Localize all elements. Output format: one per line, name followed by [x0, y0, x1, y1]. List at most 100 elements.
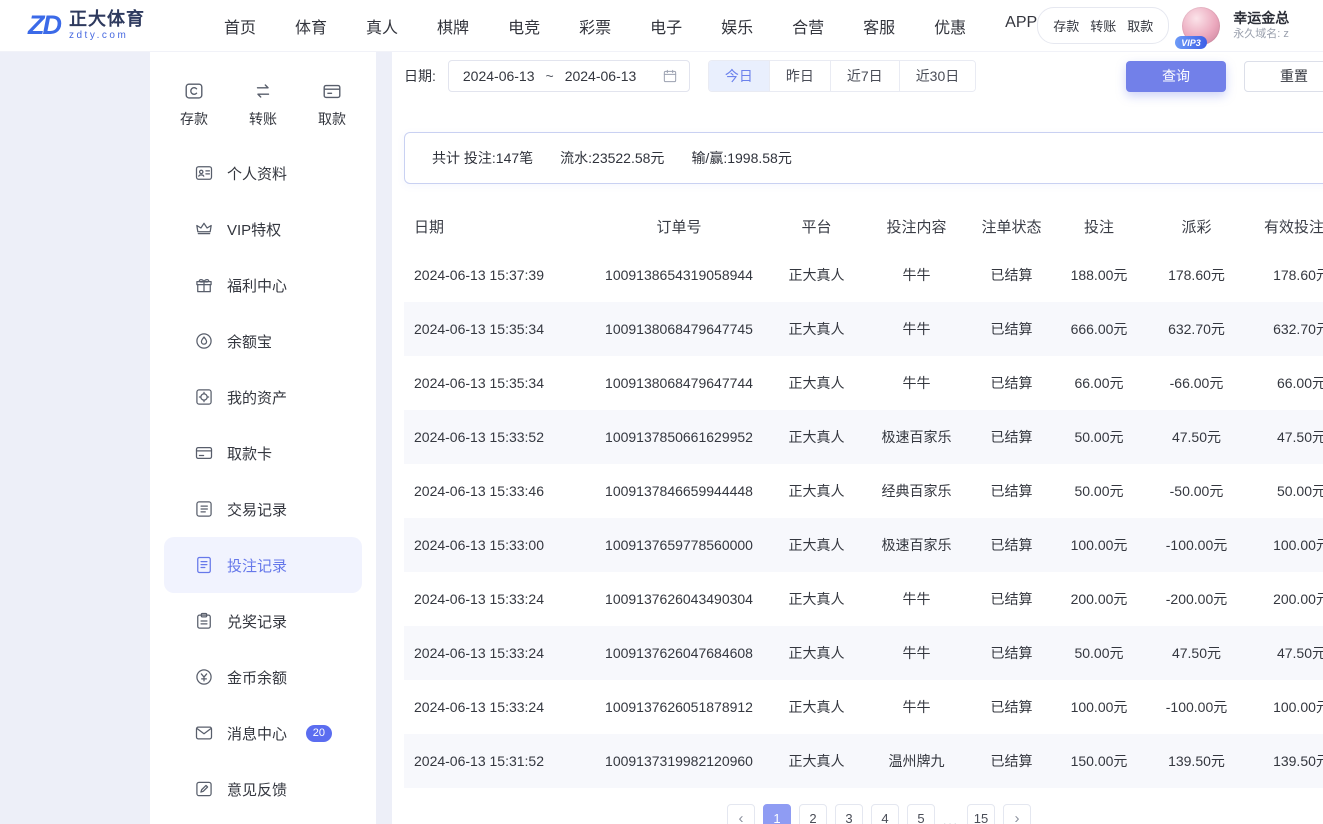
header-quick-link[interactable]: 取款 [1127, 16, 1153, 35]
reset-button[interactable]: 重置 [1244, 61, 1323, 92]
mail-icon [194, 723, 214, 743]
prev-page-button[interactable]: ‹ [727, 804, 755, 824]
brand-name: 正大体育 [69, 9, 145, 30]
cell-date: 2024-06-13 15:35:34 [404, 356, 589, 410]
cell-status: 已结算 [969, 626, 1054, 680]
cell-platform: 正大真人 [769, 518, 864, 572]
nav-item[interactable]: 首页 [224, 14, 256, 38]
cell-platform: 正大真人 [769, 356, 864, 410]
nav-item[interactable]: 娱乐 [721, 14, 753, 38]
table-row: 2024-06-13 15:33:001009137659778560000正大… [404, 518, 1323, 572]
page-button[interactable]: 15 [967, 804, 995, 824]
page-button[interactable]: 5 [907, 804, 935, 824]
sidebar-item[interactable]: 消息中心20 [164, 705, 362, 761]
nav-item[interactable]: 合营 [792, 14, 824, 38]
sidebar-item[interactable]: 金币余额 [164, 649, 362, 705]
nav-item[interactable]: 客服 [863, 14, 895, 38]
nav-item[interactable]: 电子 [650, 14, 682, 38]
cell-valid-bet: 66.00元 [1249, 356, 1323, 410]
user-meta: 幸运金总 永久域名: z [1233, 9, 1307, 41]
date-filter-label: 日期: [404, 66, 436, 86]
unread-count-badge: 20 [306, 725, 332, 742]
bank-card-icon [194, 443, 214, 463]
range-button[interactable]: 近7日 [830, 61, 899, 91]
date-range-input[interactable]: 2024-06-13 ~ 2024-06-13 [448, 60, 690, 92]
cell-status: 已结算 [969, 302, 1054, 356]
summary-stat: 共计 投注:147笔 [432, 148, 533, 168]
cell-date: 2024-06-13 15:33:24 [404, 680, 589, 734]
coin-icon [194, 667, 214, 687]
range-button[interactable]: 昨日 [769, 61, 830, 91]
table-body: 2024-06-13 15:37:391009138654319058944正大… [404, 248, 1323, 788]
header-quick-link[interactable]: 转账 [1090, 16, 1116, 35]
brand-logo[interactable]: ZD 正大体育 zdty.com [28, 9, 180, 41]
range-button[interactable]: 近30日 [899, 61, 976, 91]
sidebar-item[interactable]: 意见反馈 [164, 761, 362, 817]
nav-item[interactable]: APP [1005, 14, 1037, 38]
withdraw-icon [321, 80, 343, 102]
feedback-icon [194, 779, 214, 799]
cell-bet-content: 牛牛 [864, 680, 969, 734]
cell-bet-amount: 150.00元 [1054, 734, 1144, 788]
cell-status: 已结算 [969, 572, 1054, 626]
brand-logo-icon: ZD [28, 12, 60, 39]
sidebar-item[interactable]: 投注记录 [164, 537, 362, 593]
nav-item[interactable]: 体育 [295, 14, 327, 38]
header-quick-links: 存款转账取款 [1037, 7, 1169, 44]
cell-order-no: 1009137626047684608 [589, 626, 769, 680]
nav-item[interactable]: 电竞 [508, 14, 540, 38]
sidebar-item[interactable]: 取款卡 [164, 425, 362, 481]
cell-payout: 139.50元 [1144, 734, 1249, 788]
page-button[interactable]: 4 [871, 804, 899, 824]
sidebar-quick-action[interactable]: 取款 [318, 80, 346, 129]
range-button[interactable]: 今日 [709, 61, 769, 91]
column-header: 投注 [1054, 204, 1144, 248]
page-button[interactable]: 3 [835, 804, 863, 824]
header-quick-link[interactable]: 存款 [1053, 16, 1079, 35]
query-button[interactable]: 查询 [1126, 61, 1226, 92]
cell-order-no: 1009138068479647744 [589, 356, 769, 410]
nav-item[interactable]: 真人 [366, 14, 398, 38]
sidebar-item[interactable]: 个人资料 [164, 145, 362, 201]
table-row: 2024-06-13 15:33:241009137626051878912正大… [404, 680, 1323, 734]
summary-bar: 共计 投注:147笔流水:23522.58元输/赢:1998.58元 [404, 132, 1323, 184]
sidebar-quick-action[interactable]: 转账 [249, 80, 277, 129]
table-row: 2024-06-13 15:33:461009137846659944448正大… [404, 464, 1323, 518]
cell-platform: 正大真人 [769, 680, 864, 734]
summary-stat: 输/赢:1998.58元 [691, 148, 791, 168]
cell-order-no: 1009137850661629952 [589, 410, 769, 464]
cell-valid-bet: 100.00元 [1249, 680, 1323, 734]
sidebar-quick-action[interactable]: 存款 [180, 80, 208, 129]
cell-date: 2024-06-13 15:33:24 [404, 626, 589, 680]
nav-item[interactable]: 棋牌 [437, 14, 469, 38]
page-button[interactable]: 1 [763, 804, 791, 824]
nav-item[interactable]: 优惠 [934, 14, 966, 38]
sidebar-item[interactable]: 我的资产 [164, 369, 362, 425]
cell-valid-bet: 139.50元 [1249, 734, 1323, 788]
cell-payout: 47.50元 [1144, 626, 1249, 680]
next-page-button[interactable]: › [1003, 804, 1031, 824]
cell-date: 2024-06-13 15:33:46 [404, 464, 589, 518]
main-content: 日期: 2024-06-13 ~ 2024-06-13 今日昨日近7日近30日 … [392, 52, 1323, 824]
cell-status: 已结算 [969, 248, 1054, 302]
nav-item[interactable]: 彩票 [579, 14, 611, 38]
column-header: 投注内容 [864, 204, 969, 248]
filter-bar: 日期: 2024-06-13 ~ 2024-06-13 今日昨日近7日近30日 … [404, 60, 1323, 92]
cell-bet-amount: 100.00元 [1054, 680, 1144, 734]
sidebar-item[interactable]: 兑奖记录 [164, 593, 362, 649]
calendar-icon [662, 68, 678, 84]
sidebar-menu: 个人资料VIP特权福利中心余额宝我的资产取款卡交易记录投注记录兑奖记录金币余额消… [150, 145, 376, 817]
sidebar-item-label: 余额宝 [227, 331, 332, 352]
sidebar-item[interactable]: 福利中心 [164, 257, 362, 313]
date-separator: ~ [546, 68, 554, 84]
page-button[interactable]: 2 [799, 804, 827, 824]
sidebar-item[interactable]: VIP特权 [164, 201, 362, 257]
page-ellipsis: ... [943, 814, 959, 824]
sidebar-item[interactable]: 交易记录 [164, 481, 362, 537]
avatar[interactable]: VIP3 [1182, 7, 1220, 45]
cell-valid-bet: 178.60元 [1249, 248, 1323, 302]
cell-bet-amount: 66.00元 [1054, 356, 1144, 410]
cell-bet-content: 牛牛 [864, 302, 969, 356]
sidebar-item[interactable]: 余额宝 [164, 313, 362, 369]
cell-order-no: 1009138068479647745 [589, 302, 769, 356]
